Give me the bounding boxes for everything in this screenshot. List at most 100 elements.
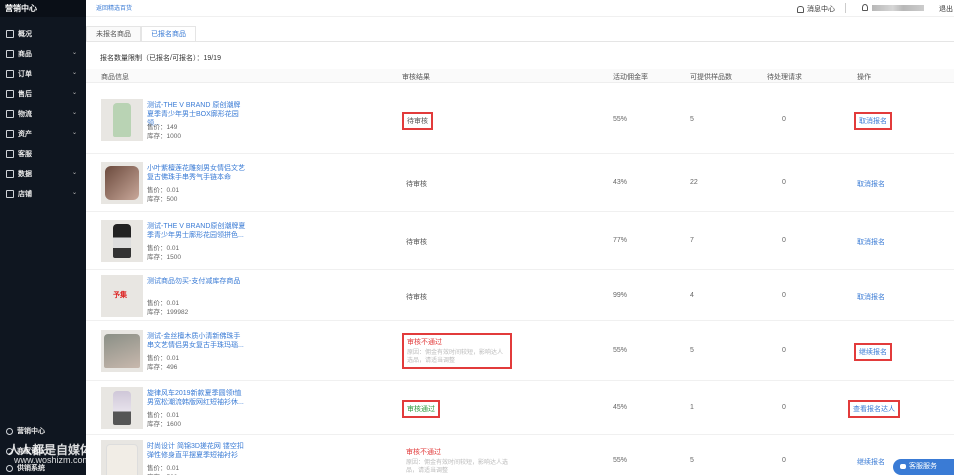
store-icon xyxy=(6,190,14,198)
review-status-cell: 待审核 xyxy=(406,179,427,189)
bag-icon xyxy=(6,50,14,58)
stock-label: 库存： xyxy=(147,196,167,203)
sidebar-item-0[interactable]: 概况 xyxy=(0,24,86,44)
sidebar-item-3[interactable]: 售后 ⌄ xyxy=(0,84,86,104)
col-requests: 待处理请求 xyxy=(767,74,802,81)
col-samples: 可提供样品数 xyxy=(690,74,732,81)
watermark-url: www.woshizm.com xyxy=(14,455,91,465)
user-menu[interactable] xyxy=(862,4,924,11)
product-title-link[interactable]: 测试-金丝檀木质小清新佛珠手串文艺情侣男女复古手珠玛瑙... xyxy=(147,332,247,350)
commission-rate: 99% xyxy=(613,292,628,299)
row-action-button[interactable]: 取消报名 xyxy=(857,292,885,302)
stock-label: 库存： xyxy=(147,421,167,428)
bell-icon xyxy=(797,5,804,13)
headset-icon xyxy=(6,150,14,158)
row-action-button[interactable]: 继续报名 xyxy=(857,457,885,467)
tab-bar: 未报名商品 已报名商品 xyxy=(86,26,196,42)
review-status: 待审核 xyxy=(407,118,428,125)
tab-registered[interactable]: 已报名商品 xyxy=(141,26,196,42)
sample-count: 22 xyxy=(690,179,698,186)
status-highlight: 待审核 xyxy=(402,112,433,130)
commission-rate: 55% xyxy=(613,457,628,464)
table-header: 商品信息 审核结果 活动佣金率 可提供样品数 待处理请求 操作 xyxy=(86,69,954,83)
row-action-button[interactable]: 取消报名 xyxy=(854,112,892,130)
row-action-button[interactable]: 继续报名 xyxy=(854,343,892,361)
sidebar-item-1[interactable]: 商品 ⌄ xyxy=(0,44,86,64)
product-thumbnail[interactable] xyxy=(101,162,143,204)
product-thumbnail[interactable] xyxy=(101,440,143,475)
back-link[interactable]: 返回精选百货 xyxy=(96,3,132,12)
product-thumbnail[interactable]: 予集 xyxy=(101,275,143,317)
sidebar-item-7[interactable]: 数据 ⌄ xyxy=(0,164,86,184)
col-review-result: 审核结果 xyxy=(402,74,430,81)
product-thumbnail[interactable] xyxy=(101,99,143,141)
chevron-down-icon: ⌄ xyxy=(71,110,77,116)
chevron-down-icon: ⌄ xyxy=(71,50,77,56)
product-thumbnail[interactable] xyxy=(101,330,143,372)
product-stock: 库存：496 xyxy=(147,361,177,371)
sidebar-item-5[interactable]: 资产 ⌄ xyxy=(0,124,86,144)
wallet-icon xyxy=(6,130,14,138)
sidebar-item-label: 概况 xyxy=(18,31,32,38)
sidebar-item-6[interactable]: 客服 xyxy=(0,144,86,164)
stock-label: 库存： xyxy=(147,364,167,371)
message-center-link[interactable]: 消息中心 xyxy=(797,4,835,14)
row-action-button[interactable]: 取消报名 xyxy=(857,237,885,247)
review-status: 审核通过 xyxy=(407,406,435,413)
sidebar-item-8[interactable]: 店铺 ⌄ xyxy=(0,184,86,204)
sidebar-item-2[interactable]: 订单 ⌄ xyxy=(0,64,86,84)
product-title-link[interactable]: 测试-THE V BRAND原创潮牌夏季青少年男士廓形花园领拼色... xyxy=(147,222,247,240)
logout-link[interactable]: 退出 xyxy=(939,4,953,14)
sample-count: 1 xyxy=(690,404,694,411)
commission-rate: 43% xyxy=(613,179,628,186)
top-bar: 返回精选百货 消息中心 退出 xyxy=(86,0,954,17)
review-status: 审核不通过 xyxy=(406,449,441,456)
sample-count: 5 xyxy=(690,347,694,354)
review-status-cell: 待审核 xyxy=(406,237,427,247)
main-content: 未报名商品 已报名商品 报名数量限制（已报名/可报名）：19/19 商品信息 审… xyxy=(86,17,954,475)
sidebar-item-4[interactable]: 物流 ⌄ xyxy=(0,104,86,124)
reject-reason: 原因：佣金有效时间较短，影响达人选品，请适当调整 xyxy=(407,350,504,364)
tab-unregistered[interactable]: 未报名商品 xyxy=(86,26,141,42)
stock-value: 1500 xyxy=(166,254,181,261)
sidebar-item-label: 资产 xyxy=(18,131,32,138)
pending-requests: 0 xyxy=(782,179,786,186)
review-status: 待审核 xyxy=(406,239,427,246)
row-action-button[interactable]: 取消报名 xyxy=(857,179,885,189)
commission-rate: 45% xyxy=(613,404,628,411)
product-stock: 库存：1600 xyxy=(147,418,181,428)
table-row: 测试-THE V BRAND 原创潮牌夏季青少年男士BOX廓形花园领... 售价：… xyxy=(86,86,954,154)
tab-underline xyxy=(86,41,954,42)
product-thumbnail[interactable] xyxy=(101,220,143,262)
stock-label: 库存： xyxy=(147,254,167,261)
chat-icon xyxy=(900,464,906,469)
product-title-link[interactable]: 时尚设计 简锦3D搓花网 镂空扣弹性修身直平摆夏季短袖衬衫 xyxy=(147,442,247,460)
stock-value: 1600 xyxy=(166,421,181,428)
pending-requests: 0 xyxy=(782,237,786,244)
sidebar-bottom-item-0[interactable]: 营销中心 xyxy=(0,424,86,438)
product-thumbnail[interactable] xyxy=(101,387,143,429)
col-commission: 活动佣金率 xyxy=(613,74,648,81)
product-title-link[interactable]: 小叶紫檀莲花雕刻男女情侣文艺复古佛珠手串秀气手链本命 xyxy=(147,164,247,182)
order-icon xyxy=(6,70,14,78)
pending-requests: 0 xyxy=(782,347,786,354)
col-product-info: 商品信息 xyxy=(101,74,129,81)
customer-service-label: 客服服务 xyxy=(909,463,937,470)
row-action-button[interactable]: 查看报名达人 xyxy=(848,400,900,418)
reject-reason: 原因：佣金有效时间较短，影响达人选品，请适当调整 xyxy=(406,460,509,474)
col-actions: 操作 xyxy=(857,74,871,81)
pending-requests: 0 xyxy=(782,404,786,411)
review-status: 待审核 xyxy=(406,181,427,188)
sidebar-item-label: 订单 xyxy=(18,71,32,78)
message-center-label: 消息中心 xyxy=(807,6,835,13)
customer-service-button[interactable]: 客服服务 xyxy=(893,459,954,475)
product-title-link[interactable]: 测试商品勿买-支付减库存商品 xyxy=(147,277,247,286)
product-title-link[interactable]: 旋律风车2019新款夏季圆领t恤男宽松潮流韩版网红短袖衫休... xyxy=(147,389,247,407)
pending-requests: 0 xyxy=(782,457,786,464)
review-status: 待审核 xyxy=(406,294,427,301)
stock-value: 500 xyxy=(166,196,178,203)
divider xyxy=(845,3,846,13)
chevron-down-icon: ⌄ xyxy=(71,130,77,136)
commission-rate: 55% xyxy=(613,347,628,354)
chevron-down-icon: ⌄ xyxy=(71,70,77,76)
